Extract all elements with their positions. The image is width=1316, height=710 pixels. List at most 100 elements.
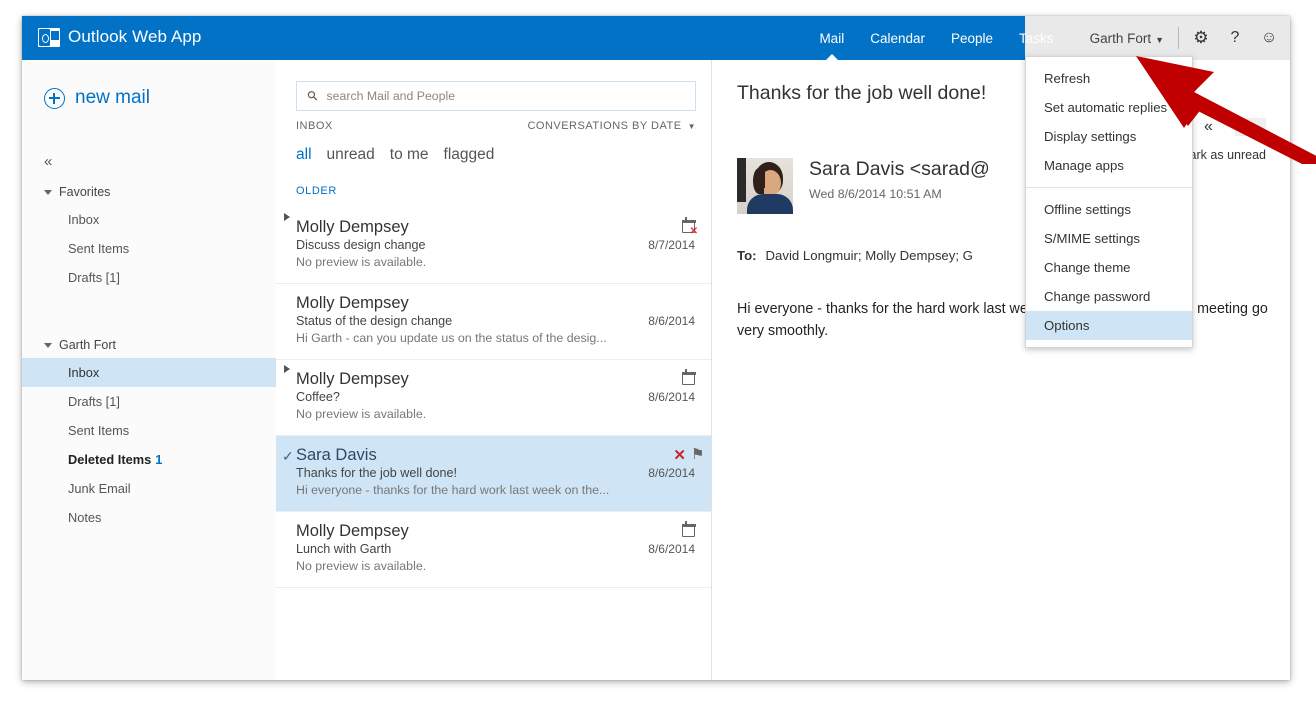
sidebar-item-favorites-sent-items[interactable]: Sent Items: [22, 234, 276, 263]
folder-sidebar: new mail « Favorites Inbox Sent Items Dr…: [22, 60, 276, 680]
message-subject-heading: Thanks for the job well done!: [737, 82, 986, 105]
new-mail-button[interactable]: new mail: [44, 87, 150, 109]
search-icon: ⚲: [304, 87, 322, 105]
reply-all-button[interactable]: «: [1204, 118, 1213, 136]
message-preview: Hi Garth - can you update us on the stat…: [296, 331, 695, 345]
menu-item-smime-settings[interactable]: S/MIME settings: [1026, 224, 1192, 253]
sidebar-item-drafts[interactable]: Drafts [1]: [22, 387, 276, 416]
message-sender: ✓ Sara Davis: [296, 446, 377, 465]
message-date: 8/6/2014: [648, 466, 695, 480]
calendar-cancelled-icon: ✕: [682, 220, 695, 233]
user-menu-button[interactable]: Garth Fort▼: [1081, 31, 1173, 46]
triangle-expanded-icon: [44, 190, 52, 195]
message-subject: Status of the design change: [296, 314, 452, 328]
sort-order-dropdown[interactable]: CONVERSATIONS BY DATE▼: [527, 120, 696, 132]
sidebar-item-favorites-drafts[interactable]: Drafts [1]: [22, 263, 276, 292]
to-label: To:: [737, 248, 757, 263]
message-list-item[interactable]: Molly Dempsey ✕ Discuss design change 8/…: [276, 208, 711, 284]
outlook-logo-icon: [38, 28, 60, 47]
top-navigation-bar: Outlook Web App Mail Calendar People Tas…: [22, 16, 1290, 60]
delete-icon[interactable]: ✕: [673, 448, 686, 463]
menu-item-manage-apps[interactable]: Manage apps: [1026, 151, 1192, 180]
settings-dropdown-menu: Refresh Set automatic replies Display se…: [1025, 56, 1193, 348]
filter-to-me[interactable]: to me: [390, 146, 429, 164]
menu-item-change-password[interactable]: Change password: [1026, 282, 1192, 311]
message-subject-text: Coffee?: [296, 390, 340, 404]
search-input[interactable]: ⚲ search Mail and People: [296, 81, 696, 111]
recipients-line: To: David Longmuir; Molly Dempsey; G: [737, 248, 973, 263]
more-actions-button[interactable]: •••: [1235, 118, 1266, 136]
app-title: Outlook Web App: [68, 27, 202, 47]
menu-item-change-theme[interactable]: Change theme: [1026, 253, 1192, 282]
conversation-expander-icon[interactable]: [284, 365, 290, 373]
sidebar-item-sent-items[interactable]: Sent Items: [22, 416, 276, 445]
sidebar-item-deleted-items[interactable]: Deleted Items 1: [22, 445, 276, 474]
reading-pane: Thanks for the job well done! ← REPLY « …: [713, 60, 1290, 680]
nav-link-mail[interactable]: Mail: [806, 16, 857, 60]
menu-separator: [1026, 187, 1192, 188]
folder-group-garth-fort: Garth Fort Inbox Drafts [1] Sent Items D…: [22, 332, 276, 532]
sidebar-item-inbox[interactable]: Inbox: [22, 358, 276, 387]
message-icons: ✕: [682, 220, 695, 233]
menu-item-options[interactable]: Options: [1026, 311, 1192, 340]
filter-all[interactable]: all: [296, 146, 312, 164]
search-placeholder: search Mail and People: [327, 89, 456, 103]
folder-group-header-favorites[interactable]: Favorites: [22, 179, 276, 205]
message-list-pane: ⚲ search Mail and People INBOX CONVERSAT…: [276, 60, 712, 680]
smiley-feedback-icon[interactable]: ☺: [1252, 16, 1286, 60]
sidebar-item-junk-email[interactable]: Junk Email: [22, 474, 276, 503]
message-list-item[interactable]: Molly Dempsey Coffee? 8/6/2014 No previe…: [276, 360, 711, 436]
nav-link-tasks[interactable]: Tasks: [1006, 16, 1067, 60]
folder-group-header-garth-fort[interactable]: Garth Fort: [22, 332, 276, 358]
nav-link-people[interactable]: People: [938, 16, 1006, 60]
chevron-down-icon: ▼: [1155, 35, 1164, 45]
message-list-item[interactable]: Molly Dempsey Lunch with Garth 8/6/2014 …: [276, 512, 711, 588]
conversation-expander-icon[interactable]: [284, 213, 290, 221]
checkmark-icon: ✓: [282, 448, 294, 465]
unread-count-badge: 1: [155, 452, 162, 467]
message-group-label-older: OLDER: [296, 185, 337, 197]
gear-icon[interactable]: ⚙: [1184, 16, 1218, 60]
sender-name-and-email: Sara Davis <sarad@: [809, 158, 990, 181]
to-recipients: David Longmuir; Molly Dempsey; G: [766, 248, 973, 263]
avatar-torso: [747, 194, 793, 214]
avatar: [737, 158, 793, 214]
calendar-icon: [682, 524, 695, 537]
message-date: 8/6/2014: [648, 542, 695, 556]
message-subject: Thanks for the job well done!: [296, 466, 457, 480]
user-name-label: Garth Fort: [1090, 31, 1152, 46]
message-list-item[interactable]: Molly Dempsey Status of the design chang…: [276, 284, 711, 360]
menu-item-display-settings[interactable]: Display settings: [1026, 122, 1192, 151]
message-sender: Molly Dempsey: [296, 522, 409, 541]
menu-item-set-automatic-replies[interactable]: Set automatic replies: [1026, 93, 1192, 122]
message-sender: Molly Dempsey: [296, 218, 409, 237]
collapse-sidebar-button[interactable]: «: [44, 153, 50, 170]
menu-item-offline-settings[interactable]: Offline settings: [1026, 195, 1192, 224]
message-sender-text: Sara Davis: [296, 446, 377, 464]
sender-text-block: Sara Davis <sarad@ Wed 8/6/2014 10:51 AM: [809, 158, 990, 214]
top-nav-user-area: Garth Fort▼ ⚙ ? ☺: [1067, 16, 1290, 60]
message-sender: Molly Dempsey: [296, 370, 409, 389]
message-list-item-selected[interactable]: ✓ Sara Davis ✕ Thanks for the job well d…: [276, 436, 711, 512]
new-mail-label: new mail: [75, 87, 150, 109]
sidebar-item-label: Deleted Items: [68, 452, 151, 467]
nav-divider: [1178, 27, 1179, 49]
cancel-x-mark: ✕: [690, 226, 698, 237]
folder-group-title: Favorites: [59, 185, 110, 199]
filter-flagged[interactable]: flagged: [444, 146, 495, 164]
message-sender: Molly Dempsey: [296, 294, 409, 313]
chevron-down-icon: ▼: [688, 122, 696, 131]
sidebar-item-notes[interactable]: Notes: [22, 503, 276, 532]
nav-link-calendar[interactable]: Calendar: [857, 16, 938, 60]
message-subject-text: Discuss design change: [296, 238, 426, 252]
message-date: 8/7/2014: [648, 238, 695, 252]
logo-envelope-part: [51, 31, 59, 40]
message-filters: all unread to me flagged: [296, 146, 494, 164]
menu-item-refresh[interactable]: Refresh: [1026, 64, 1192, 93]
reply-all-arrow-icon: «: [1204, 118, 1213, 136]
filter-unread[interactable]: unread: [327, 146, 375, 164]
message-list-header: INBOX CONVERSATIONS BY DATE▼: [296, 120, 696, 132]
sidebar-item-favorites-inbox[interactable]: Inbox: [22, 205, 276, 234]
help-icon[interactable]: ?: [1218, 16, 1252, 60]
message-sent-date: Wed 8/6/2014 10:51 AM: [809, 187, 990, 201]
